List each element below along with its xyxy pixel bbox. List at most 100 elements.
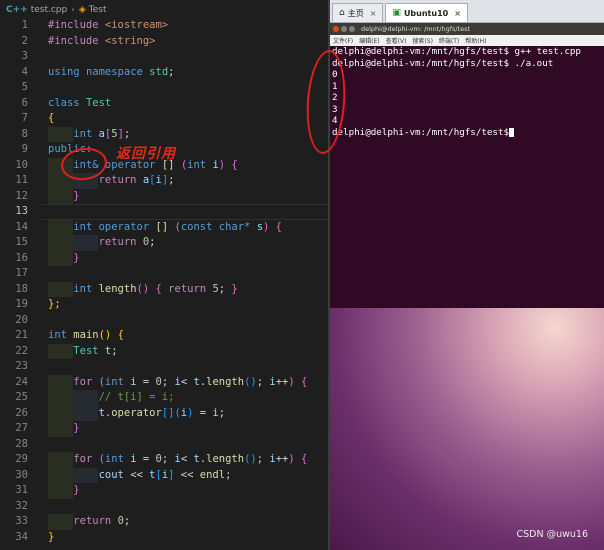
line-number: 13: [15, 205, 28, 217]
code-line[interactable]: 14 int operator [] (const char* s) {: [0, 219, 328, 235]
line-number: 21: [15, 329, 28, 341]
cursor: [509, 127, 515, 137]
terminal-line: delphi@delphi-vm:/mnt/hgfs/test$ g++ tes…: [332, 46, 581, 57]
terminal-prompt[interactable]: delphi@delphi-vm:/mnt/hgfs/test$: [330, 127, 604, 139]
line-number: 20: [15, 313, 28, 326]
menu-view[interactable]: 查看(V): [386, 36, 407, 45]
code-line[interactable]: 1 #include <iostream>: [0, 18, 328, 34]
line-number: 8: [21, 127, 28, 140]
vm-tab-bar: ⌂ 主页 × ▣ Ubuntu10 ×: [330, 0, 604, 23]
code-line[interactable]: 18 int length() { return 5; }: [0, 281, 328, 297]
line-number: 7: [21, 112, 28, 124]
terminal-line: 1: [332, 80, 338, 92]
vm-icon: ▣: [392, 8, 401, 18]
line-number: 1: [21, 19, 28, 31]
menu-edit[interactable]: 编辑(E): [359, 36, 379, 45]
line-number: 23: [15, 360, 28, 372]
code-line[interactable]: 31 }: [0, 483, 328, 499]
code-line[interactable]: 4 using namespace std;: [0, 65, 328, 81]
watermark: CSDN @uwu16: [516, 529, 588, 540]
vm-window[interactable]: ⌂ 主页 × ▣ Ubuntu10 × delphi@delphi-vm: /m…: [330, 0, 604, 550]
line-number: 22: [15, 344, 28, 357]
window-title: delphi@delphi-vm: /mnt/hgfs/test: [361, 25, 471, 33]
code-line[interactable]: 20: [0, 313, 328, 329]
line-number: 5: [21, 81, 28, 93]
line-number: 19: [15, 298, 28, 310]
code-editor[interactable]: C++ test.cpp › ◈ Test 1 #include <iostrea…: [0, 0, 328, 550]
line-number: 29: [15, 453, 28, 465]
line-number: 10: [15, 158, 28, 171]
close-window-icon[interactable]: [333, 26, 339, 32]
menu-search[interactable]: 搜索(S): [412, 36, 433, 45]
line-number: 33: [15, 515, 28, 527]
line-number: 15: [15, 236, 28, 248]
line-number: 9: [21, 143, 28, 155]
class-symbol-icon: ◈: [78, 5, 86, 15]
code-line[interactable]: 19};: [0, 297, 328, 313]
code-line[interactable]: 16 }: [0, 250, 328, 266]
line-number: 17: [15, 267, 28, 279]
annotation-text: 返回引用: [116, 146, 176, 162]
line-number: 4: [21, 65, 28, 78]
line-number: 30: [15, 468, 28, 481]
code-line[interactable]: 27 }: [0, 421, 328, 437]
close-icon[interactable]: ×: [370, 9, 377, 18]
code-line[interactable]: 26 t.operator[](i) = i;: [0, 405, 328, 421]
code-line[interactable]: 32: [0, 499, 328, 515]
breadcrumb-symbol[interactable]: Test: [89, 5, 107, 15]
code-line[interactable]: 22 Test t;: [0, 343, 328, 359]
code-line[interactable]: 12 }: [0, 188, 328, 204]
line-number: 24: [15, 375, 28, 388]
code-line[interactable]: 33 return 0;: [0, 514, 328, 530]
code-line[interactable]: 8 int a[5];: [0, 126, 328, 142]
code-line-current[interactable]: 13: [0, 204, 328, 220]
line-number: 18: [15, 282, 28, 295]
code-line[interactable]: 28: [0, 437, 328, 453]
code-line[interactable]: 23: [0, 359, 328, 375]
menu-file[interactable]: 文件(F): [333, 36, 353, 45]
line-number: 11: [15, 174, 28, 186]
terminal-line: 0: [332, 69, 338, 80]
code-line[interactable]: 6 class Test: [0, 96, 328, 112]
line-number: 34: [15, 530, 28, 543]
code-area[interactable]: 1 #include <iostream> 2 #include <string> …: [0, 18, 328, 545]
chevron-right-icon: ›: [71, 5, 75, 15]
code-line[interactable]: 21 int main() {: [0, 328, 328, 344]
code-line[interactable]: 5: [0, 80, 328, 96]
menu-terminal[interactable]: 终端(T): [439, 36, 459, 45]
code-line[interactable]: 25 // t[i] = i;: [0, 390, 328, 406]
line-number: 27: [15, 422, 28, 434]
terminal-line: delphi@delphi-vm:/mnt/hgfs/test$ ./a.out: [332, 57, 554, 69]
line-number: 16: [15, 251, 28, 264]
code-line[interactable]: 34}: [0, 530, 328, 546]
code-line[interactable]: 3: [0, 49, 328, 65]
line-number: 3: [21, 50, 28, 62]
terminal-line: 4: [332, 115, 338, 126]
breadcrumb: C++ test.cpp › ◈ Test: [0, 0, 328, 20]
close-icon[interactable]: ×: [454, 9, 461, 18]
line-number: 28: [15, 437, 28, 450]
home-icon: ⌂: [339, 8, 345, 18]
tab-vm[interactable]: ▣ Ubuntu10 ×: [385, 3, 468, 22]
maximize-window-icon[interactable]: [349, 26, 355, 32]
tab-home[interactable]: ⌂ 主页 ×: [332, 3, 384, 22]
terminal-line: 2: [332, 92, 338, 103]
code-line[interactable]: 11 return a[i];: [0, 173, 328, 189]
line-number: 2: [21, 34, 28, 47]
line-number: 25: [15, 391, 28, 403]
code-line[interactable]: 2 #include <string>: [0, 34, 328, 50]
code-line[interactable]: 24 for (int i = 0; i< t.length(); i++) {: [0, 374, 328, 390]
code-line[interactable]: 29 for (int i = 0; i< t.length(); i++) {: [0, 452, 328, 468]
code-line[interactable]: 15 return 0;: [0, 235, 328, 251]
desktop-background: CSDN @uwu16: [330, 308, 604, 550]
menu-help[interactable]: 帮助(H): [465, 36, 486, 45]
code-line[interactable]: 7{: [0, 111, 328, 127]
breadcrumb-file[interactable]: test.cpp: [31, 5, 68, 15]
code-line[interactable]: 17: [0, 266, 328, 282]
line-number: 6: [21, 96, 28, 109]
minimize-window-icon[interactable]: [341, 26, 347, 32]
code-line[interactable]: 30 cout << t[i] << endl;: [0, 467, 328, 483]
line-number: 26: [15, 406, 28, 419]
terminal-output[interactable]: delphi@delphi-vm:/mnt/hgfs/test$ g++ tes…: [330, 46, 604, 308]
line-number: 31: [15, 484, 28, 496]
